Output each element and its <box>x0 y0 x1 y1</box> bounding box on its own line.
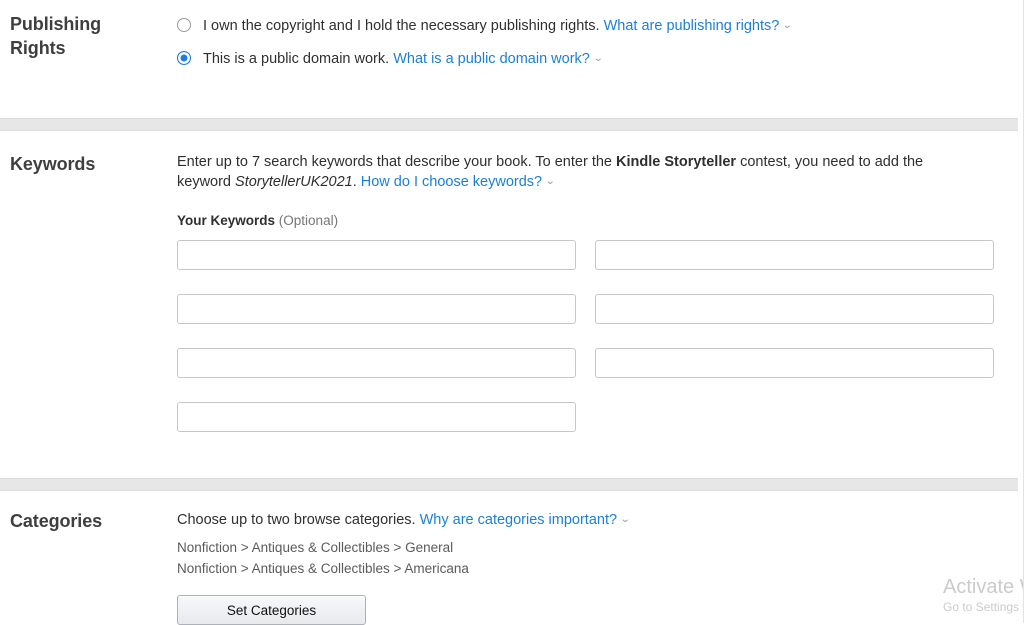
keywords-intro-kindle-storyteller: Kindle Storyteller <box>616 154 737 170</box>
keywords-title: Keywords <box>10 154 96 174</box>
section-divider-1 <box>0 118 1018 131</box>
section-keywords: Keywords Enter up to 7 search keywords t… <box>0 131 1018 478</box>
keywords-intro-part1: Enter up to 7 search keywords that descr… <box>177 154 617 170</box>
keyword-input-1[interactable] <box>177 240 576 270</box>
categories-title: Categories <box>10 511 103 531</box>
selected-category-2: Nonfiction > Antiques & Collectibles > A… <box>177 561 469 576</box>
chevron-down-icon-publishing-rights[interactable]: ⌄ <box>782 16 792 35</box>
keyword-input-spacer <box>595 402 994 432</box>
keyword-input-4[interactable] <box>595 294 994 324</box>
keywords-instructions: Enter up to 7 search keywords that descr… <box>177 152 977 192</box>
radio-label-public-domain: This is a public domain work. What is a … <box>203 49 603 69</box>
categories-intro-text: Choose up to two browse categories. <box>177 512 420 528</box>
radio-label-own-copyright: I own the copyright and I hold the neces… <box>203 16 793 36</box>
kdp-book-details-page: Publishing Rights I own the copyright an… <box>0 0 1024 625</box>
radio-row-public-domain[interactable]: This is a public domain work. What is a … <box>177 49 792 69</box>
publishing-rights-title: Publishing Rights <box>10 14 101 58</box>
selected-categories-list: Nonfiction > Antiques & Collectibles > G… <box>177 537 629 579</box>
keyword-input-2[interactable] <box>595 240 994 270</box>
selected-category-1: Nonfiction > Antiques & Collectibles > G… <box>177 540 454 555</box>
section-publishing-rights: Publishing Rights I own the copyright an… <box>0 0 1018 118</box>
your-keywords-optional: (Optional) <box>278 213 339 228</box>
section-divider-2 <box>0 478 1018 491</box>
keyword-input-3[interactable] <box>177 294 576 324</box>
section-categories: Categories Choose up to two browse categ… <box>0 491 1018 625</box>
keyword-input-7[interactable] <box>177 402 576 432</box>
keyword-input-5[interactable] <box>177 348 576 378</box>
keywords-intro-part3: . <box>352 174 361 190</box>
your-keywords-label: Your Keywords (Optional) <box>177 213 997 228</box>
keywords-row-1 <box>177 240 997 270</box>
keywords-body: Enter up to 7 search keywords that descr… <box>177 152 997 456</box>
keywords-row-2 <box>177 294 997 324</box>
your-keywords-strong: Your Keywords <box>177 213 276 228</box>
chevron-down-icon-public-domain[interactable]: ⌄ <box>593 49 603 68</box>
radio-row-own-copyright[interactable]: I own the copyright and I hold the neces… <box>177 16 793 36</box>
chevron-down-icon-keywords[interactable]: ⌄ <box>545 172 555 192</box>
categories-body: Choose up to two browse categories. Why … <box>177 510 631 625</box>
keywords-row-4 <box>177 402 997 432</box>
set-categories-button[interactable]: Set Categories <box>177 595 366 625</box>
link-how-do-i-choose-keywords[interactable]: How do I choose keywords? <box>361 174 542 190</box>
keywords-grid <box>177 240 997 432</box>
radio-public-domain[interactable] <box>177 51 191 65</box>
radio-own-copyright[interactable] <box>177 18 191 32</box>
public-domain-text: This is a public domain work. <box>203 51 390 67</box>
link-what-is-public-domain-work[interactable]: What is a public domain work? <box>393 51 590 67</box>
link-what-are-publishing-rights[interactable]: What are publishing rights? <box>604 18 780 34</box>
categories-instructions: Choose up to two browse categories. Why … <box>177 510 631 530</box>
chevron-down-icon-categories[interactable]: ⌄ <box>620 510 630 530</box>
own-copyright-text: I own the copyright and I hold the neces… <box>203 18 600 34</box>
publishing-rights-body: I own the copyright and I hold the neces… <box>177 16 793 82</box>
keyword-input-6[interactable] <box>595 348 994 378</box>
keywords-intro-storyteller-code: StorytellerUK2021 <box>235 174 353 190</box>
keywords-row-3 <box>177 348 997 378</box>
link-why-are-categories-important[interactable]: Why are categories important? <box>420 512 617 528</box>
